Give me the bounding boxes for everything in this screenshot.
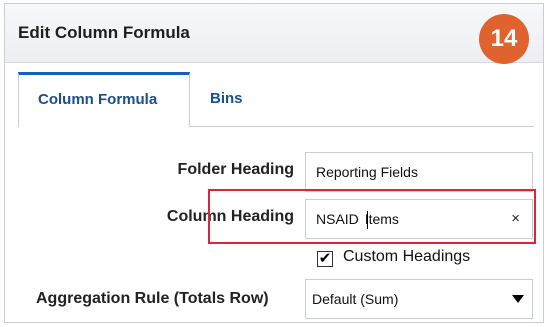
chevron-down-icon <box>512 295 524 303</box>
custom-headings-label: Custom Headings <box>343 248 471 265</box>
folder-heading-value: Reporting Fields <box>316 164 418 180</box>
tab-bins[interactable]: Bins <box>204 72 249 126</box>
dialog-titlebar: Edit Column Formula <box>5 4 543 63</box>
aggregation-rule-label: Aggregation Rule (Totals Row) <box>36 290 269 307</box>
folder-heading-field[interactable]: Reporting Fields <box>305 152 533 192</box>
step-badge: 14 <box>479 14 529 64</box>
highlight-annotation <box>208 189 536 244</box>
custom-headings-checkbox[interactable]: ✔ <box>317 251 333 267</box>
folder-heading-label: Folder Heading <box>177 161 294 178</box>
tab-strip: Column Formula Bins <box>18 72 534 127</box>
edit-column-formula-dialog: Edit Column Formula Column Formula Bins … <box>4 3 544 323</box>
dialog-title: Edit Column Formula <box>18 23 190 42</box>
aggregation-rule-select[interactable]: Default (Sum) <box>305 279 533 319</box>
aggregation-rule-value: Default (Sum) <box>312 291 399 307</box>
tab-column-formula[interactable]: Column Formula <box>18 72 190 127</box>
